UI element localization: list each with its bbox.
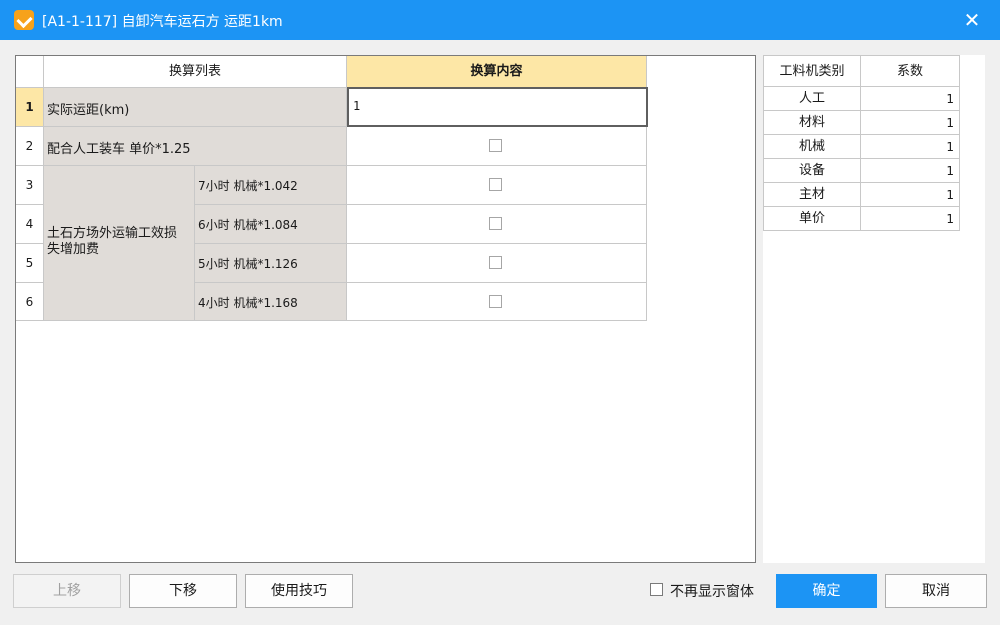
coef-factor-input[interactable]: 1 (861, 111, 960, 135)
window-title: [A1-1-117] 自卸汽车运石方 运距1km (42, 14, 283, 30)
sub-label-7h[interactable]: 7小时 机械*1.042 (195, 166, 347, 205)
coef-header-factor[interactable]: 系数 (861, 55, 960, 87)
column-header-list[interactable]: 换算列表 (44, 56, 347, 88)
coefficient-panel: 工料机类别 系数 人工 1 材料 1 机械 1 设备 1 主材 1 单价 1 (763, 55, 985, 563)
sub-label-4h[interactable]: 4小时 机械*1.168 (195, 283, 347, 321)
coef-category: 人工 (763, 87, 861, 111)
close-icon[interactable]: ✕ (958, 6, 986, 34)
sub-label-text: 5小时 机械*1.126 (198, 257, 298, 271)
move-down-button[interactable]: 下移 (129, 574, 237, 608)
coef-category: 材料 (763, 111, 861, 135)
sub-label-text: 4小时 机械*1.168 (198, 296, 298, 310)
actual-distance-input[interactable]: 1 (347, 87, 648, 127)
column-header-content[interactable]: 换算内容 (347, 56, 647, 88)
corner-cell (16, 56, 44, 88)
usage-tips-button[interactable]: 使用技巧 (245, 574, 353, 608)
dont-show-again-checkbox[interactable] (650, 583, 663, 596)
title-bar: [A1-1-117] 自卸汽车运石方 运距1km ✕ (0, 0, 1000, 40)
group-label-text: 土石方场外运输工效损失增加费 (47, 226, 178, 257)
ok-button[interactable]: 确定 (776, 574, 877, 608)
5h-checkbox[interactable] (489, 256, 502, 269)
dont-show-again-label[interactable]: 不再显示窗体 (670, 581, 754, 601)
sub-label-text: 7小时 机械*1.042 (198, 179, 298, 193)
row-number-4[interactable]: 4 (16, 205, 44, 244)
coef-factor-input[interactable]: 1 (861, 159, 960, 183)
coef-factor-input[interactable]: 1 (861, 207, 960, 231)
coef-factor-input[interactable]: 1 (861, 183, 960, 207)
row-label-text: 实际运距(km) (47, 103, 130, 118)
row-label-manual-loading[interactable]: 配合人工装车 单价*1.25 (44, 127, 347, 166)
7h-checkbox[interactable] (489, 178, 502, 191)
coef-category: 机械 (763, 135, 861, 159)
sub-label-6h[interactable]: 6小时 机械*1.084 (195, 205, 347, 244)
group-label-efficiency-loss[interactable]: 土石方场外运输工效损失增加费 (44, 166, 195, 321)
row-label-actual-distance[interactable]: 实际运距(km) (44, 88, 347, 127)
manual-loading-checkbox[interactable] (489, 139, 502, 152)
cancel-button[interactable]: 取消 (885, 574, 987, 608)
sub-label-5h[interactable]: 5小时 机械*1.126 (195, 244, 347, 283)
coef-header-category[interactable]: 工料机类别 (763, 55, 861, 87)
coef-factor-input[interactable]: 1 (861, 135, 960, 159)
row-number-1[interactable]: 1 (16, 88, 44, 127)
value-cell[interactable] (347, 127, 647, 166)
coef-category: 设备 (763, 159, 861, 183)
value-cell[interactable] (347, 166, 647, 205)
app-logo-icon (14, 10, 34, 30)
value-cell[interactable] (347, 283, 647, 321)
row-number-5[interactable]: 5 (16, 244, 44, 283)
value-cell[interactable] (347, 244, 647, 283)
row-number-3[interactable]: 3 (16, 166, 44, 205)
move-up-button[interactable]: 上移 (13, 574, 121, 608)
row-label-text: 配合人工装车 单价*1.25 (47, 142, 191, 157)
row-number-6[interactable]: 6 (16, 283, 44, 321)
coef-factor-input[interactable]: 1 (861, 87, 960, 111)
coef-category: 主材 (763, 183, 861, 207)
value-cell[interactable] (347, 205, 647, 244)
conversion-grid-panel: 换算列表 换算内容 1 实际运距(km) 1 2 配合人工装车 单价*1.25 … (15, 55, 756, 563)
4h-checkbox[interactable] (489, 295, 502, 308)
sub-label-text: 6小时 机械*1.084 (198, 218, 298, 232)
coef-category: 单价 (763, 207, 861, 231)
row-number-2[interactable]: 2 (16, 127, 44, 166)
6h-checkbox[interactable] (489, 217, 502, 230)
